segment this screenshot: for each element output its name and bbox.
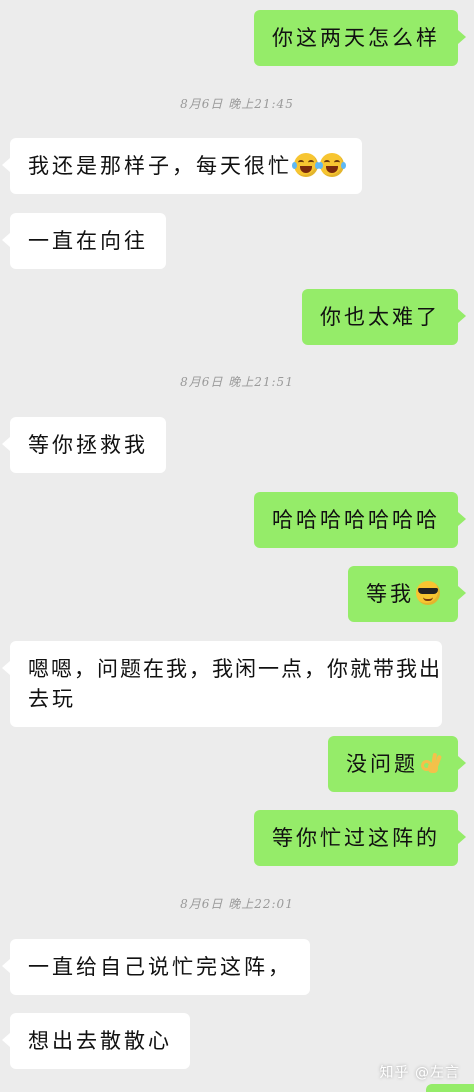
message-incoming[interactable]: 嗯嗯，问题在我，我闲一点，你就带我出 去玩: [2, 641, 442, 727]
message-text: 你这两天怎么样: [272, 26, 440, 50]
message-text: 一直给自己说忙完这阵，: [28, 955, 292, 979]
message-incoming[interactable]: 想出去散散心: [2, 1013, 190, 1069]
timestamp: 8月6日 晚上22:01: [180, 897, 294, 911]
message-text: 等你拯救我: [28, 433, 148, 457]
ok-hand-emoji-icon: [420, 751, 442, 775]
message-incoming[interactable]: 一直给自己说忙完这阵，: [2, 939, 310, 995]
laugh-cry-emoji-icon: [292, 153, 320, 177]
watermark: 知乎 @左言: [379, 1065, 460, 1081]
message-text: 没问题: [346, 752, 418, 776]
message-text-line: 去玩: [28, 687, 76, 711]
message-incoming[interactable]: 一直在向往: [2, 213, 166, 269]
message-text: 等我: [366, 582, 414, 606]
message-outgoing[interactable]: 没问题: [328, 736, 466, 792]
message-text: 等你忙过这阵的: [272, 826, 440, 850]
laugh-cry-emoji-icon: [318, 153, 346, 177]
message-text: 哈哈哈哈哈哈哈: [272, 508, 440, 532]
partial-outgoing-bubble: [426, 1084, 474, 1092]
message-outgoing[interactable]: 你这两天怎么样: [254, 10, 466, 66]
timestamp: 8月6日 晚上21:45: [180, 97, 294, 111]
message-text: 我还是那样子，每天很忙: [28, 154, 292, 178]
message-outgoing[interactable]: 哈哈哈哈哈哈哈: [254, 492, 466, 548]
message-incoming[interactable]: 等你拯救我: [2, 417, 166, 473]
timestamp: 8月6日 晚上21:51: [180, 375, 294, 389]
sunglasses-emoji-icon: [416, 581, 440, 605]
message-text-line: 嗯嗯，问题在我，我闲一点，你就带我出: [28, 657, 442, 681]
chat-window: 你这两天怎么样 8月6日 晚上21:45 我还是那样子，每天很忙 一直在向往 你…: [0, 0, 474, 1092]
message-incoming[interactable]: 我还是那样子，每天很忙: [2, 138, 362, 194]
message-text: 你也太难了: [320, 305, 440, 329]
message-outgoing[interactable]: 等你忙过这阵的: [254, 810, 466, 866]
message-text: 想出去散散心: [28, 1029, 172, 1053]
message-outgoing[interactable]: 等我: [348, 566, 466, 622]
message-text: 一直在向往: [28, 229, 148, 253]
message-outgoing[interactable]: 你也太难了: [302, 289, 466, 345]
